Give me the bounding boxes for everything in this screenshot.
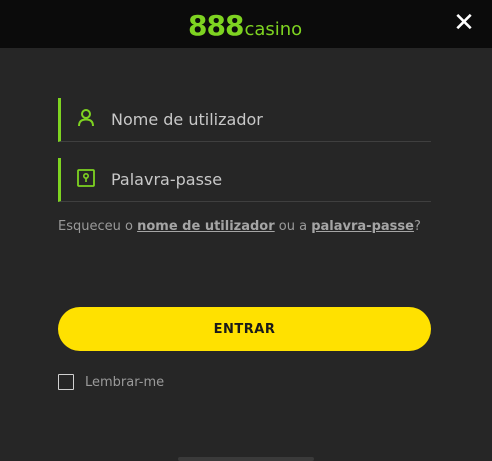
remember-me-checkbox[interactable] (58, 374, 74, 390)
remember-me-label: Lembrar-me (85, 374, 165, 390)
remember-me-toggle[interactable]: Lembrar-me (58, 372, 164, 392)
logo-word: casino (244, 19, 303, 40)
casino-logo: 888 casino (188, 6, 302, 40)
forgot-username-link[interactable]: nome de utilizador (137, 219, 275, 234)
password-field[interactable] (58, 158, 431, 202)
forgot-credentials-text: Esqueceu o nome de utilizador ou a palav… (58, 219, 478, 234)
header: 888 casino ✕ (0, 0, 492, 48)
forgot-password-link[interactable]: palavra-passe (311, 219, 414, 234)
close-icon[interactable]: ✕ (450, 8, 478, 38)
lock-icon (76, 168, 96, 188)
username-field[interactable] (58, 98, 431, 142)
bottom-handle (178, 457, 314, 461)
forgot-middle: ou a (274, 219, 312, 234)
forgot-prefix: Esqueceu o (58, 219, 138, 234)
logo-number: 888 (188, 9, 244, 42)
login-button[interactable]: ENTRAR (58, 307, 431, 351)
forgot-suffix: ? (413, 219, 421, 234)
password-input[interactable] (111, 166, 411, 192)
username-input[interactable] (111, 106, 411, 132)
user-icon (76, 108, 96, 128)
